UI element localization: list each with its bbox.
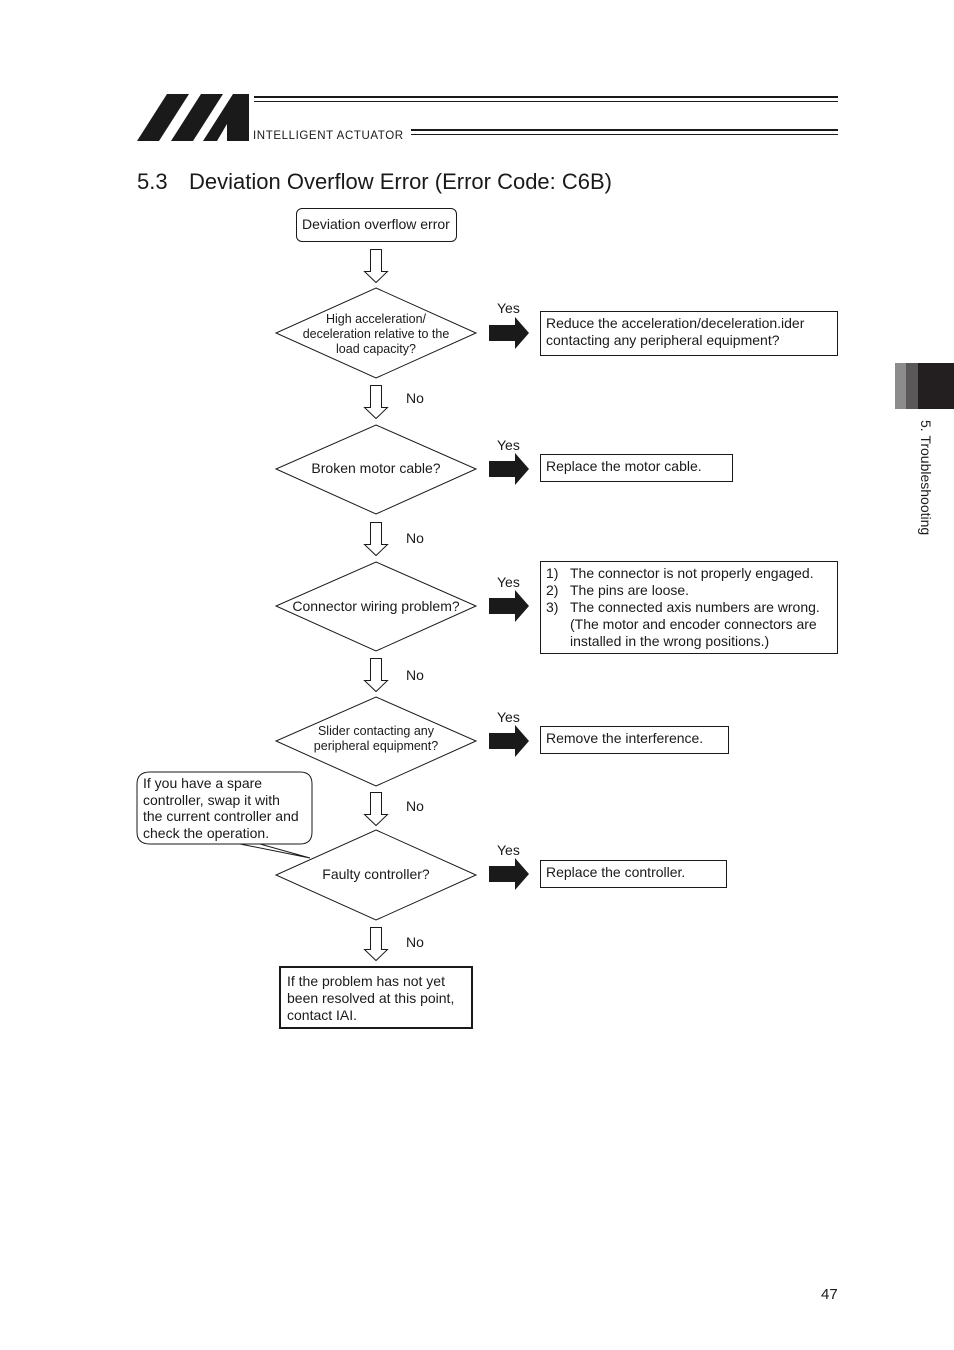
start-box: Deviation overflow error bbox=[296, 208, 457, 242]
list-number bbox=[546, 616, 570, 633]
list-text: The pins are loose. bbox=[570, 582, 690, 598]
decision-3-text: Connector wiring problem? bbox=[276, 599, 476, 614]
decision-5-text: Faulty controller? bbox=[286, 867, 466, 882]
question-line: High acceleration/ bbox=[325, 312, 427, 326]
callout-line: controller, swap it with bbox=[143, 791, 280, 808]
list-item: installed in the wrong positions.) bbox=[546, 633, 832, 650]
right-arrow-icon bbox=[489, 590, 529, 622]
no-label: No bbox=[406, 667, 424, 683]
question-line: load capacity? bbox=[336, 342, 416, 356]
question-line: Faulty controller? bbox=[322, 866, 430, 882]
yes-label: Yes bbox=[497, 300, 520, 316]
list-text: The connected axis numbers are wrong. bbox=[570, 599, 820, 615]
action-line: Replace the controller. bbox=[546, 864, 686, 880]
page-number: 47 bbox=[821, 1286, 838, 1303]
yes-label: Yes bbox=[497, 437, 520, 453]
question-line: Slider contacting any bbox=[317, 724, 435, 738]
end-line: If the problem has not yet bbox=[287, 973, 445, 989]
list-number: 3) bbox=[546, 599, 559, 615]
action-line: Replace the motor cable. bbox=[546, 458, 702, 474]
list-text: installed in the wrong positions.) bbox=[570, 633, 770, 649]
callout-line: If you have a spare bbox=[143, 775, 263, 791]
callout-line: the current controller and bbox=[143, 808, 299, 825]
right-arrow-icon bbox=[489, 858, 529, 890]
flowchart-graphics bbox=[136, 249, 529, 962]
right-arrow-icon bbox=[489, 453, 529, 485]
list-item: 1) The connector is not properly engaged. bbox=[546, 565, 832, 582]
action-box-1: Reduce the acceleration/deceleration.ide… bbox=[540, 311, 838, 356]
down-arrow-icon bbox=[363, 658, 389, 693]
list-item: 2) The pins are loose. bbox=[546, 582, 832, 599]
list-number: 2) bbox=[546, 582, 559, 598]
yes-label: Yes bbox=[497, 709, 520, 725]
question-line: Connector wiring problem? bbox=[292, 598, 460, 614]
down-arrow-icon bbox=[363, 522, 389, 557]
action-line: Remove the interference. bbox=[546, 730, 704, 746]
no-label: No bbox=[406, 390, 424, 406]
end-box: If the problem has not yet been resolved… bbox=[279, 966, 473, 1029]
down-arrow-icon bbox=[363, 385, 389, 420]
end-line: been resolved at this point, bbox=[287, 990, 455, 1006]
decision-4-text: Slider contacting any peripheral equipme… bbox=[286, 724, 466, 754]
decision-1-text: High acceleration/ deceleration relative… bbox=[286, 312, 466, 357]
action-line: contacting any peripheral equipment? bbox=[546, 332, 780, 348]
list-item: (The motor and encoder connectors are bbox=[546, 616, 832, 633]
list-number: 1) bbox=[546, 565, 559, 581]
question-line: Broken motor cable? bbox=[311, 460, 441, 476]
action-box-3: 1) The connector is not properly engaged.… bbox=[540, 561, 838, 654]
no-label: No bbox=[406, 798, 424, 814]
down-arrow-icon bbox=[363, 249, 389, 284]
action-box-2: Replace the motor cable. bbox=[540, 454, 733, 482]
action-box-4: Remove the interference. bbox=[540, 726, 729, 754]
yes-label: Yes bbox=[497, 574, 520, 590]
end-line: contact IAI. bbox=[287, 1007, 358, 1023]
no-label: No bbox=[406, 530, 424, 546]
decision-2-text: Broken motor cable? bbox=[286, 461, 466, 476]
start-label: Deviation overflow error bbox=[302, 216, 450, 232]
callout-line: check the operation. bbox=[143, 825, 270, 842]
no-label: No bbox=[406, 934, 424, 950]
question-line: peripheral equipment? bbox=[313, 739, 439, 753]
question-line: deceleration relative to the bbox=[302, 327, 450, 341]
list-item: 3) The connected axis numbers are wrong. bbox=[546, 599, 832, 616]
right-arrow-icon bbox=[489, 317, 529, 349]
yes-label: Yes bbox=[497, 842, 520, 858]
down-arrow-icon bbox=[363, 927, 389, 962]
action-line: Reduce the acceleration/deceleration.ide… bbox=[546, 315, 805, 331]
list-number bbox=[546, 633, 570, 650]
action-box-5: Replace the controller. bbox=[540, 860, 727, 888]
down-arrow-icon bbox=[363, 792, 389, 827]
list-text: (The motor and encoder connectors are bbox=[570, 616, 817, 632]
callout-text: If you have a spare controller, swap it … bbox=[143, 775, 299, 842]
list-text: The connector is not properly engaged. bbox=[570, 565, 814, 581]
right-arrow-icon bbox=[489, 725, 529, 757]
